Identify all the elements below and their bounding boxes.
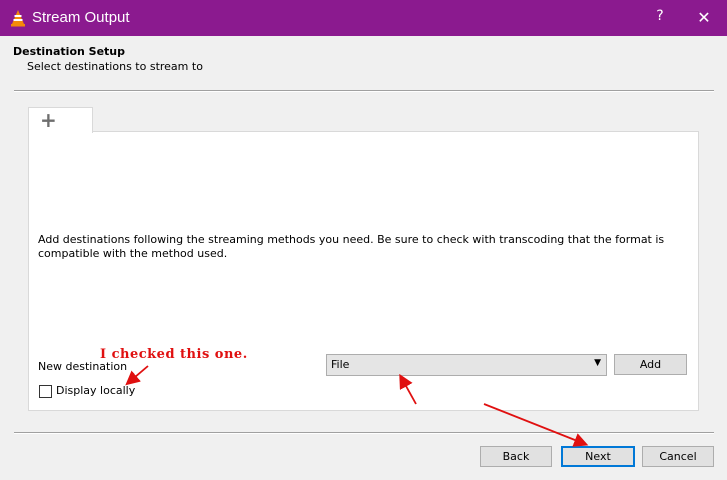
back-button[interactable]: Back — [480, 446, 552, 467]
add-button[interactable]: Add — [614, 354, 687, 375]
plus-icon: + — [40, 108, 57, 132]
annotation-text: I checked this one. — [100, 347, 248, 362]
header-divider — [14, 90, 714, 92]
page-subtitle: Select destinations to stream to — [27, 60, 203, 73]
wizard-header: Destination Setup Select destinations to… — [0, 36, 727, 86]
destination-select-value: File — [331, 358, 350, 371]
chevron-down-icon: ▼ — [594, 358, 601, 368]
vlc-cone-icon — [11, 10, 25, 27]
window-title: Stream Output — [32, 9, 130, 26]
footer-divider — [14, 432, 714, 434]
title-bar: Stream Output ? ✕ — [0, 0, 727, 36]
destination-select[interactable]: File ▼ — [326, 354, 607, 376]
close-button[interactable]: ✕ — [694, 8, 714, 28]
description-text: Add destinations following the streaming… — [38, 233, 665, 260]
tab-add-destination[interactable]: + — [28, 107, 93, 133]
page-title: Destination Setup — [13, 45, 126, 58]
destination-panel: Add destinations following the streaming… — [28, 131, 699, 411]
next-button[interactable]: Next — [561, 446, 635, 467]
help-button[interactable]: ? — [652, 8, 668, 28]
display-locally-label[interactable]: Display locally — [56, 384, 135, 397]
display-locally-checkbox[interactable] — [39, 385, 52, 398]
cancel-button[interactable]: Cancel — [642, 446, 714, 467]
